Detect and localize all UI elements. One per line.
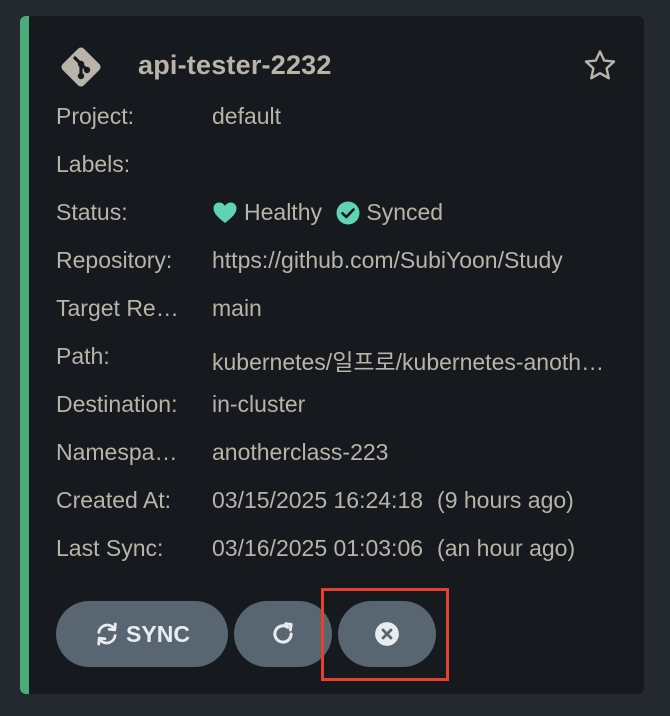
sync-text: Synced bbox=[366, 199, 444, 225]
row-status: Status: Healthy Synced bbox=[56, 190, 620, 238]
sync-status: Synced bbox=[336, 199, 443, 226]
git-icon bbox=[61, 47, 101, 87]
path-label: Path: bbox=[56, 343, 110, 369]
application-card[interactable]: api-tester-2232 Project: default Labels:… bbox=[20, 16, 644, 694]
row-destination: Destination: in-cluster bbox=[56, 382, 620, 430]
heart-icon bbox=[213, 202, 237, 223]
row-repository: Repository: https://github.com/SubiYoon/… bbox=[56, 238, 620, 286]
health-text: Healthy bbox=[244, 199, 322, 225]
row-project: Project: default bbox=[56, 94, 620, 142]
refresh-icon bbox=[273, 622, 293, 644]
last-sync-date: 03/16/2025 01:03:06 bbox=[212, 535, 424, 561]
created-at-value: 03/15/2025 16:24:18 (9 hours ago) bbox=[212, 487, 614, 514]
health-status: Healthy bbox=[212, 199, 322, 226]
row-created-at: Created At: 03/15/2025 16:24:18 (9 hours … bbox=[56, 478, 620, 526]
target-revision-label: Target Revision: bbox=[56, 295, 184, 321]
star-outline-icon[interactable] bbox=[582, 48, 618, 84]
sync-button[interactable]: SYNC bbox=[56, 601, 228, 667]
destination-label: Destination: bbox=[56, 391, 178, 417]
card-header: api-tester-2232 bbox=[56, 42, 620, 90]
row-path: Path: kubernetes/일프로/kubernetes-anotherc… bbox=[56, 334, 620, 382]
last-sync-label: Last Sync: bbox=[56, 535, 164, 561]
repository-link[interactable]: https://github.com/SubiYoon/Study bbox=[212, 247, 614, 274]
created-at-relative: (9 hours ago) bbox=[437, 487, 574, 513]
app-title[interactable]: api-tester-2232 bbox=[138, 50, 332, 81]
check-circle-icon bbox=[336, 201, 360, 224]
namespace-value: anotherclass-223 bbox=[212, 439, 389, 465]
path-value: kubernetes/일프로/kubernetes-anotherclass bbox=[212, 349, 614, 375]
delete-button[interactable] bbox=[338, 601, 436, 667]
namespace-label: Namespace: bbox=[56, 439, 184, 465]
last-sync-value: 03/16/2025 01:03:06 (an hour ago) bbox=[212, 535, 614, 562]
target-revision-value: main bbox=[212, 295, 262, 321]
row-target-revision: Target Revision: main bbox=[56, 286, 620, 334]
row-labels: Labels: bbox=[56, 142, 620, 190]
refresh-button[interactable] bbox=[234, 601, 332, 667]
project-label: Project: bbox=[56, 103, 134, 129]
close-circle-icon bbox=[375, 622, 399, 646]
created-at-date: 03/15/2025 16:24:18 bbox=[212, 487, 424, 513]
project-value: default bbox=[212, 103, 282, 129]
last-sync-relative: (an hour ago) bbox=[437, 535, 576, 561]
row-last-sync: Last Sync: 03/16/2025 01:03:06 (an hour a… bbox=[56, 526, 620, 574]
destination-value: in-cluster bbox=[212, 391, 306, 417]
sync-button-label: SYNC bbox=[126, 620, 190, 647]
sync-icon bbox=[97, 622, 117, 646]
card-health-accent-bar bbox=[20, 16, 29, 694]
status-label: Status: bbox=[56, 199, 128, 225]
labels-label: Labels: bbox=[56, 151, 131, 177]
app-details: Project: default Labels: Status: Healthy bbox=[56, 94, 620, 574]
status-value: Healthy Synced bbox=[212, 199, 614, 231]
row-namespace: Namespace: anotherclass-223 bbox=[56, 430, 620, 478]
repository-label: Repository: bbox=[56, 247, 173, 273]
created-at-label: Created At: bbox=[56, 487, 172, 513]
